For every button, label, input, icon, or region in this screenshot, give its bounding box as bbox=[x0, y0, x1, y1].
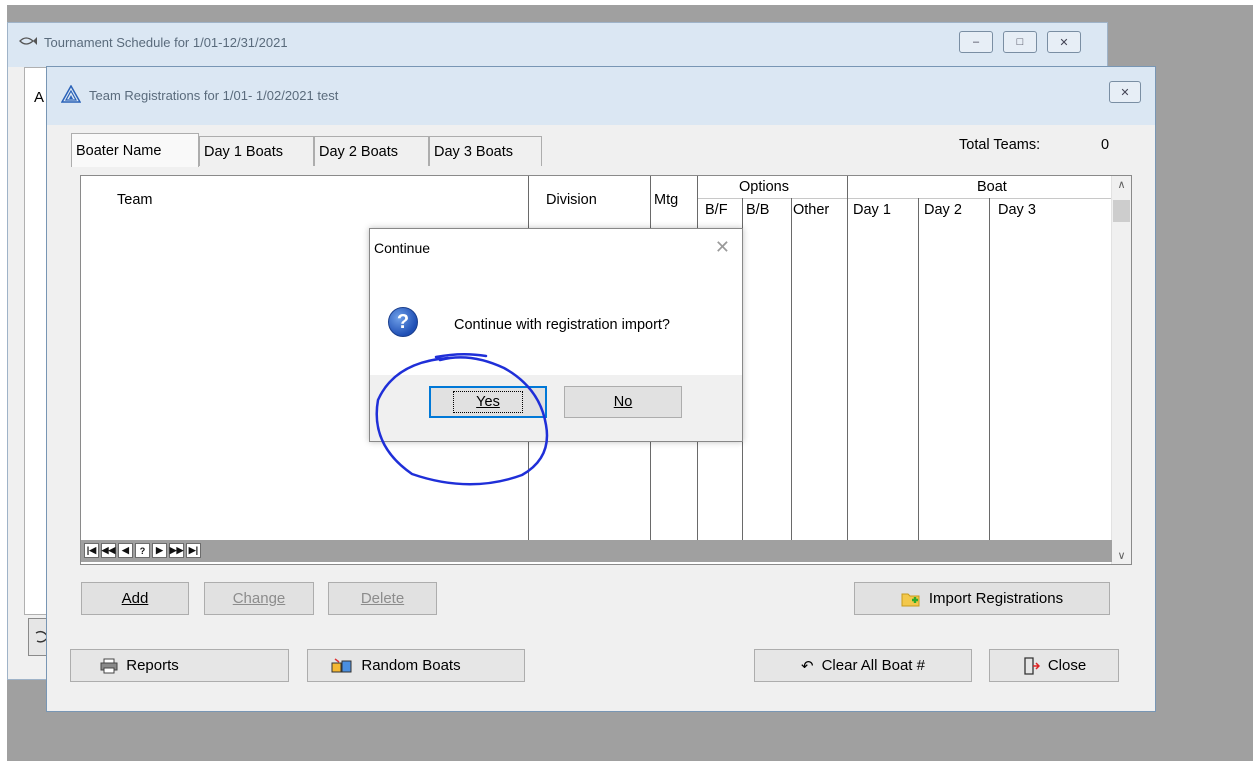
fish-icon bbox=[19, 37, 37, 45]
tab-day-2-boats[interactable]: Day 2 Boats bbox=[314, 136, 429, 166]
header-day1: Day 1 bbox=[853, 202, 891, 218]
close-window-button[interactable]: Close bbox=[989, 649, 1119, 682]
tab-day-1-boats[interactable]: Day 1 Boats bbox=[199, 136, 314, 166]
title-bar: Tournament Schedule for 1/01-12/31/2021 … bbox=[8, 23, 1107, 67]
first-record-icon[interactable]: |◀ bbox=[84, 543, 99, 558]
next-record-icon[interactable]: ▶ bbox=[152, 543, 167, 558]
vertical-scrollbar[interactable]: ∧ ∨ bbox=[1111, 176, 1131, 564]
header-divider bbox=[697, 198, 847, 199]
undo-icon: ↶ bbox=[801, 657, 814, 675]
close-label: Close bbox=[1047, 657, 1087, 674]
header-bb: B/B bbox=[746, 202, 770, 218]
scroll-thumb[interactable] bbox=[1113, 200, 1130, 222]
delete-button[interactable]: Delete bbox=[328, 582, 437, 615]
total-teams-value: 0 bbox=[1101, 137, 1110, 153]
random-boats-label: Random Boats bbox=[361, 657, 461, 674]
no-label: No bbox=[613, 394, 633, 410]
window-title: Team Registrations for 1/01- 1/02/2021 t… bbox=[89, 88, 339, 103]
dialog-message: Continue with registration import? bbox=[454, 317, 670, 333]
column-divider bbox=[847, 176, 848, 540]
header-division: Division bbox=[546, 192, 597, 208]
dialog-title: Continue bbox=[374, 240, 431, 256]
header-team: Team bbox=[117, 192, 153, 208]
continue-dialog: Continue ✕ ? Continue with registration … bbox=[369, 228, 743, 442]
header-other: Other bbox=[793, 202, 830, 218]
exit-door-icon bbox=[1024, 656, 1040, 675]
change-label: Change bbox=[232, 590, 286, 607]
add-button[interactable]: Add bbox=[81, 582, 189, 615]
tab-day-3-boats[interactable]: Day 3 Boats bbox=[429, 136, 542, 166]
question-icon: ? bbox=[388, 307, 418, 337]
printer-icon bbox=[100, 658, 118, 673]
title-bar: Team Registrations for 1/01- 1/02/2021 t… bbox=[47, 67, 1155, 125]
import-label: Import Registrations bbox=[928, 590, 1064, 607]
scroll-down-icon[interactable]: ∨ bbox=[1112, 549, 1131, 562]
dialog-title-bar: Continue ✕ bbox=[370, 229, 742, 267]
minimize-button[interactable]: – bbox=[959, 31, 993, 53]
folder-add-icon bbox=[901, 593, 920, 606]
clear-all-boat-button[interactable]: ↶ Clear All Boat # bbox=[754, 649, 972, 682]
reports-button[interactable]: Reports bbox=[70, 649, 289, 682]
yes-label: Yes bbox=[453, 391, 523, 413]
close-button[interactable]: ✕ bbox=[1109, 81, 1141, 103]
column-divider bbox=[989, 198, 990, 540]
next-page-icon[interactable]: ▶▶ bbox=[169, 543, 184, 558]
delete-label: Delete bbox=[360, 590, 405, 607]
import-registrations-button[interactable]: Import Registrations bbox=[854, 582, 1110, 615]
record-navigator: |◀ ◀◀ ◀ ? ▶ ▶▶ ▶| bbox=[81, 540, 1112, 562]
header-options: Options bbox=[739, 179, 789, 195]
no-button[interactable]: No bbox=[564, 386, 682, 418]
logo-icon bbox=[61, 85, 81, 103]
header-boat: Boat bbox=[977, 179, 1007, 195]
tab-boater-name[interactable]: Boater Name bbox=[71, 133, 199, 167]
window-title: Tournament Schedule for 1/01-12/31/2021 bbox=[44, 35, 288, 50]
column-divider bbox=[918, 198, 919, 540]
dialog-body: ? Continue with registration import? bbox=[370, 267, 742, 375]
change-button[interactable]: Change bbox=[204, 582, 314, 615]
header-day3: Day 3 bbox=[998, 202, 1036, 218]
prev-page-icon[interactable]: ◀◀ bbox=[101, 543, 116, 558]
close-button[interactable]: ✕ bbox=[1047, 31, 1081, 53]
add-label: Add bbox=[121, 590, 149, 607]
prev-record-icon[interactable]: ◀ bbox=[118, 543, 133, 558]
total-teams-label: Total Teams: bbox=[959, 137, 1041, 153]
header-day2: Day 2 bbox=[924, 202, 962, 218]
column-divider bbox=[791, 198, 792, 540]
yes-button[interactable]: Yes bbox=[429, 386, 547, 418]
random-boats-button[interactable]: Random Boats bbox=[307, 649, 525, 682]
header-mtg: Mtg bbox=[654, 192, 679, 208]
list-letter: A bbox=[34, 89, 45, 106]
header-bf: B/F bbox=[705, 202, 728, 218]
maximize-button[interactable]: □ bbox=[1003, 31, 1037, 53]
header-divider bbox=[847, 198, 1112, 199]
dialog-close-icon[interactable]: ✕ bbox=[715, 237, 730, 258]
clear-all-label: Clear All Boat # bbox=[821, 657, 925, 674]
scroll-up-icon[interactable]: ∧ bbox=[1112, 178, 1131, 191]
last-record-icon[interactable]: ▶| bbox=[186, 543, 201, 558]
dice-icon bbox=[331, 657, 352, 672]
find-record-icon[interactable]: ? bbox=[135, 543, 150, 558]
reports-label: Reports bbox=[126, 657, 179, 674]
